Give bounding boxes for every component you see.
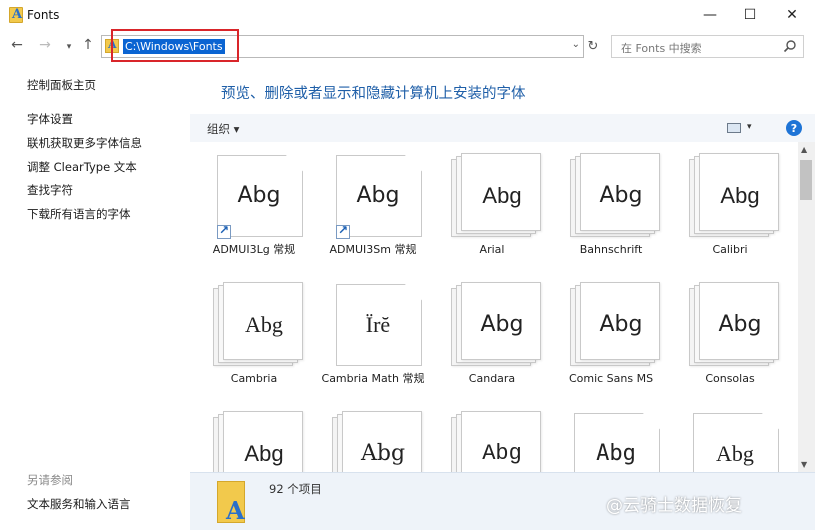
scroll-up-icon[interactable]: ▲ — [801, 145, 807, 154]
font-sample: Ïrĕ — [365, 312, 391, 337]
text-services-link[interactable]: 文本服务和输入语言 — [27, 496, 131, 512]
font-family-icon: Abg — [451, 282, 543, 370]
font-sample: Abg — [599, 183, 643, 208]
font-name: Cambria Math 常规 — [321, 372, 425, 385]
see-also-label: 另请参阅 — [27, 473, 73, 487]
sidebar-link-cleartype[interactable]: 调整 ClearType 文本 — [27, 159, 137, 175]
details-pane: A 92 个项目 @云骑士数据恢复 — [190, 472, 815, 530]
font-sample: Abg — [482, 183, 522, 208]
font-family-icon: Abg — [689, 153, 781, 241]
shortcut-arrow-icon — [217, 223, 231, 239]
scrollbar-thumb[interactable] — [800, 160, 812, 200]
font-item[interactable]: Abg Candara — [437, 271, 547, 401]
font-item[interactable]: Abg Calibri — [675, 142, 785, 272]
font-file-icon: Abg — [213, 153, 305, 241]
font-name: ADMUI3Sm 常规 — [329, 243, 417, 256]
font-family-icon: Abg — [213, 282, 305, 370]
back-arrow-icon[interactable]: ← — [8, 36, 26, 54]
font-family-icon: Abg — [451, 411, 543, 472]
forward-arrow-icon[interactable]: → — [36, 36, 54, 54]
annotation-highlight-box — [111, 29, 239, 62]
search-placeholder: 在 Fonts 中搜索 — [621, 42, 702, 55]
font-item[interactable]: Abg Bahnschrift — [556, 142, 666, 272]
sidebar-link-font-settings[interactable]: 字体设置 — [27, 111, 73, 127]
font-file-icon: Abg — [689, 411, 781, 472]
font-item[interactable]: Abg Comic Sans MS — [556, 271, 666, 401]
view-options-chevron-icon[interactable]: ▾ — [747, 122, 752, 132]
control-panel-home-link[interactable]: 控制面板主页 — [27, 77, 96, 93]
font-item[interactable]: Ïrĕ Cambria Math 常规 — [318, 271, 428, 401]
organize-button[interactable]: 组织 ▾ — [207, 121, 239, 137]
font-sample: Abg — [244, 441, 284, 466]
search-icon[interactable] — [783, 39, 797, 53]
font-sample: Abg — [716, 441, 754, 466]
font-name: Comic Sans MS — [568, 372, 654, 385]
change-view-icon[interactable] — [727, 123, 741, 133]
refresh-icon[interactable]: ↻ — [585, 36, 601, 56]
font-file-icon: Abg — [332, 153, 424, 241]
font-sample: Abg — [245, 312, 283, 337]
up-arrow-icon[interactable]: ↑ — [79, 36, 97, 54]
address-dropdown-chevron-icon[interactable]: ⌄ — [572, 39, 580, 50]
font-item[interactable]: Abg Arial — [437, 142, 547, 272]
watermark-text: @云骑士数据恢复 — [606, 496, 742, 516]
font-item[interactable]: Abg — [437, 400, 547, 472]
font-sample: Abg — [360, 441, 406, 466]
help-icon[interactable]: ? — [786, 120, 802, 136]
font-family-icon: Abg — [570, 282, 662, 370]
font-sample: Abg — [356, 183, 400, 208]
font-name: Bahnschrift — [579, 243, 643, 256]
font-item[interactable]: Abg ADMUI3Lg 常规 — [199, 142, 309, 272]
font-item[interactable]: Abg — [556, 400, 666, 472]
font-family-icon: Abg — [451, 153, 543, 241]
font-family-icon: Abg — [332, 411, 424, 472]
title-bar: A Fonts — ☐ ✕ — [0, 0, 815, 30]
font-family-icon: Abg — [689, 282, 781, 370]
font-item[interactable]: Abg ADMUI3Sm 常规 — [318, 142, 428, 272]
font-file-icon: Ïrĕ — [332, 282, 424, 370]
font-sample: Abg — [482, 441, 522, 466]
font-grid: Abg ADMUI3Lg 常规 Abg ADMUI3Sm 常规 Abg Arial Abg B… — [190, 142, 798, 472]
item-count: 92 个项目 — [269, 482, 322, 496]
font-sample: Abg — [599, 312, 643, 337]
font-item[interactable]: Abg — [199, 400, 309, 472]
shortcut-arrow-icon — [336, 223, 350, 239]
left-pane: 控制面板主页 字体设置 联机获取更多字体信息 调整 ClearType 文本 查… — [0, 62, 190, 530]
close-button[interactable]: ✕ — [772, 0, 812, 30]
maximize-button[interactable]: ☐ — [730, 0, 770, 30]
font-name: Arial — [479, 243, 505, 256]
font-item[interactable]: Abg — [675, 400, 785, 472]
font-name: Calibri — [712, 243, 748, 256]
fonts-folder-large-icon: A — [217, 481, 245, 525]
font-file-icon: Abg — [570, 411, 662, 472]
font-sample: Abg — [480, 312, 524, 337]
minimize-button[interactable]: — — [690, 0, 730, 30]
font-item[interactable]: Abg Consolas — [675, 271, 785, 401]
window-title: Fonts — [27, 8, 60, 22]
font-sample: Abg — [720, 183, 760, 208]
sidebar-link-download-fonts[interactable]: 下载所有语言的字体 — [27, 206, 131, 222]
search-input[interactable]: 在 Fonts 中搜索 — [611, 35, 804, 58]
font-sample: Abg — [596, 441, 636, 466]
recent-locations-chevron-icon[interactable]: ▾ — [60, 38, 78, 56]
scroll-down-icon[interactable]: ▼ — [801, 460, 807, 469]
sidebar-link-online-font-info[interactable]: 联机获取更多字体信息 — [27, 135, 142, 151]
page-heading: 预览、删除或者显示和隐藏计算机上安装的字体 — [221, 86, 526, 102]
font-family-icon: Abg — [213, 411, 305, 472]
sidebar-link-find-character[interactable]: 查找字符 — [27, 182, 73, 198]
font-name: ADMUI3Lg 常规 — [212, 243, 296, 256]
font-sample: Abg — [718, 312, 762, 337]
font-sample: Abg — [237, 183, 281, 208]
font-name: Consolas — [705, 372, 755, 385]
font-family-icon: Abg — [570, 153, 662, 241]
font-item[interactable]: Abg — [318, 400, 428, 472]
font-name: Candara — [468, 372, 516, 385]
fonts-folder-icon: A — [9, 7, 23, 23]
font-item[interactable]: Abg Cambria — [199, 271, 309, 401]
font-name: Cambria — [230, 372, 278, 385]
vertical-scrollbar[interactable]: ▲ ▼ — [798, 142, 815, 472]
toolbar: 组织 ▾ ▾ ? — [190, 114, 815, 142]
